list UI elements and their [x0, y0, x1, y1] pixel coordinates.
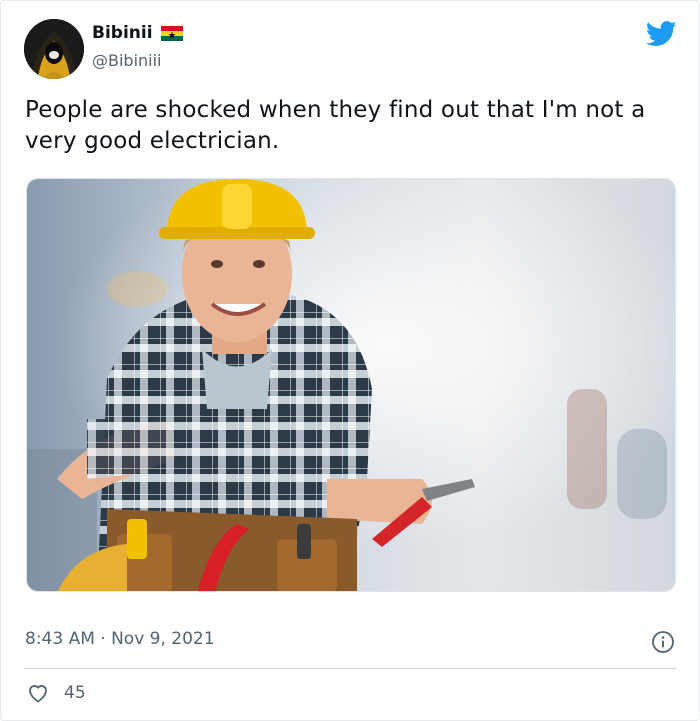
tweet-text: People are shocked when they find out th… — [25, 97, 646, 154]
avatar[interactable] — [24, 19, 84, 79]
tweet-photo[interactable] — [26, 178, 676, 592]
display-name[interactable]: Bibinii — [92, 23, 153, 43]
display-name-row[interactable]: Bibinii — [92, 23, 183, 43]
twitter-bird-icon[interactable] — [645, 21, 677, 47]
like-count: 45 — [64, 683, 86, 703]
ghana-flag-icon — [160, 25, 183, 41]
user-handle[interactable]: @Bibiniii — [92, 51, 162, 70]
like-button[interactable]: 45 — [26, 681, 86, 705]
info-icon[interactable] — [651, 630, 675, 654]
heart-icon[interactable] — [26, 681, 50, 705]
tweet-timestamp[interactable]: 8:43 AM · Nov 9, 2021 — [25, 629, 215, 649]
divider — [25, 668, 677, 669]
tweet-card: Bibinii @Bibiniii People are shocked whe… — [0, 0, 700, 721]
